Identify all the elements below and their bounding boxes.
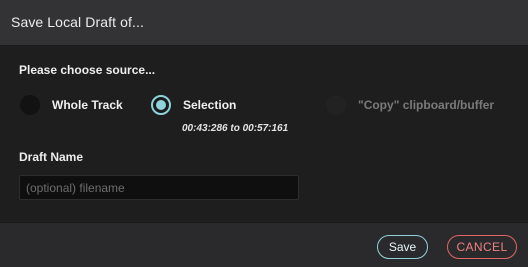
dialog-footer: Save CANCEL [0,222,528,267]
radio-whole-track-label[interactable]: Whole Track [52,98,123,112]
dialog-titlebar: Save Local Draft of... [0,0,528,46]
radio-selection-label[interactable]: Selection [183,98,236,112]
cancel-button[interactable]: CANCEL [447,235,517,259]
dialog-body: Please choose source... Whole Track Sele… [0,46,528,222]
radio-selection[interactable]: Selection [151,95,236,115]
selection-range-text: 00:43:286 to 00:57:161 [182,123,289,134]
save-button[interactable]: Save [377,235,428,259]
radio-selection-indicator[interactable] [151,95,171,115]
radio-whole-track[interactable]: Whole Track [20,95,123,115]
radio-copy-clipboard-indicator [326,95,346,115]
save-local-draft-dialog: Save Local Draft of... Please choose sou… [0,0,528,267]
draft-filename-input[interactable] [19,175,299,200]
source-heading: Please choose source... [19,63,156,77]
radio-copy-clipboard: "Copy" clipboard/buffer [326,95,494,115]
draft-name-heading: Draft Name [19,150,84,164]
dialog-title: Save Local Draft of... [11,14,144,30]
radio-copy-clipboard-label: "Copy" clipboard/buffer [358,98,495,112]
radio-whole-track-indicator[interactable] [20,95,40,115]
